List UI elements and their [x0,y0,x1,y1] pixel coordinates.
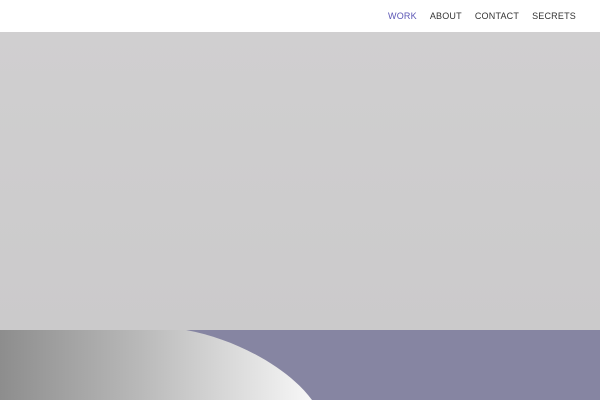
nav-item-secrets: SECRETS [532,11,576,21]
artwork-graphic [0,330,600,400]
nav-item-contact: CONTACT [475,11,519,21]
top-navigation-bar: WORK ABOUT CONTACT SECRETS [0,0,600,32]
nav-link-contact[interactable]: CONTACT [475,11,519,21]
page: WORK ABOUT CONTACT SECRETS [0,0,600,400]
nav-item-work: WORK [388,11,417,21]
nav-link-about[interactable]: ABOUT [430,11,462,21]
nav-link-work[interactable]: WORK [388,11,417,21]
featured-artwork-strip [0,330,600,400]
nav-link-secrets[interactable]: SECRETS [532,11,576,21]
nav-list: WORK ABOUT CONTACT SECRETS [388,11,576,21]
hero-banner [0,32,600,330]
nav-item-about: ABOUT [430,11,462,21]
